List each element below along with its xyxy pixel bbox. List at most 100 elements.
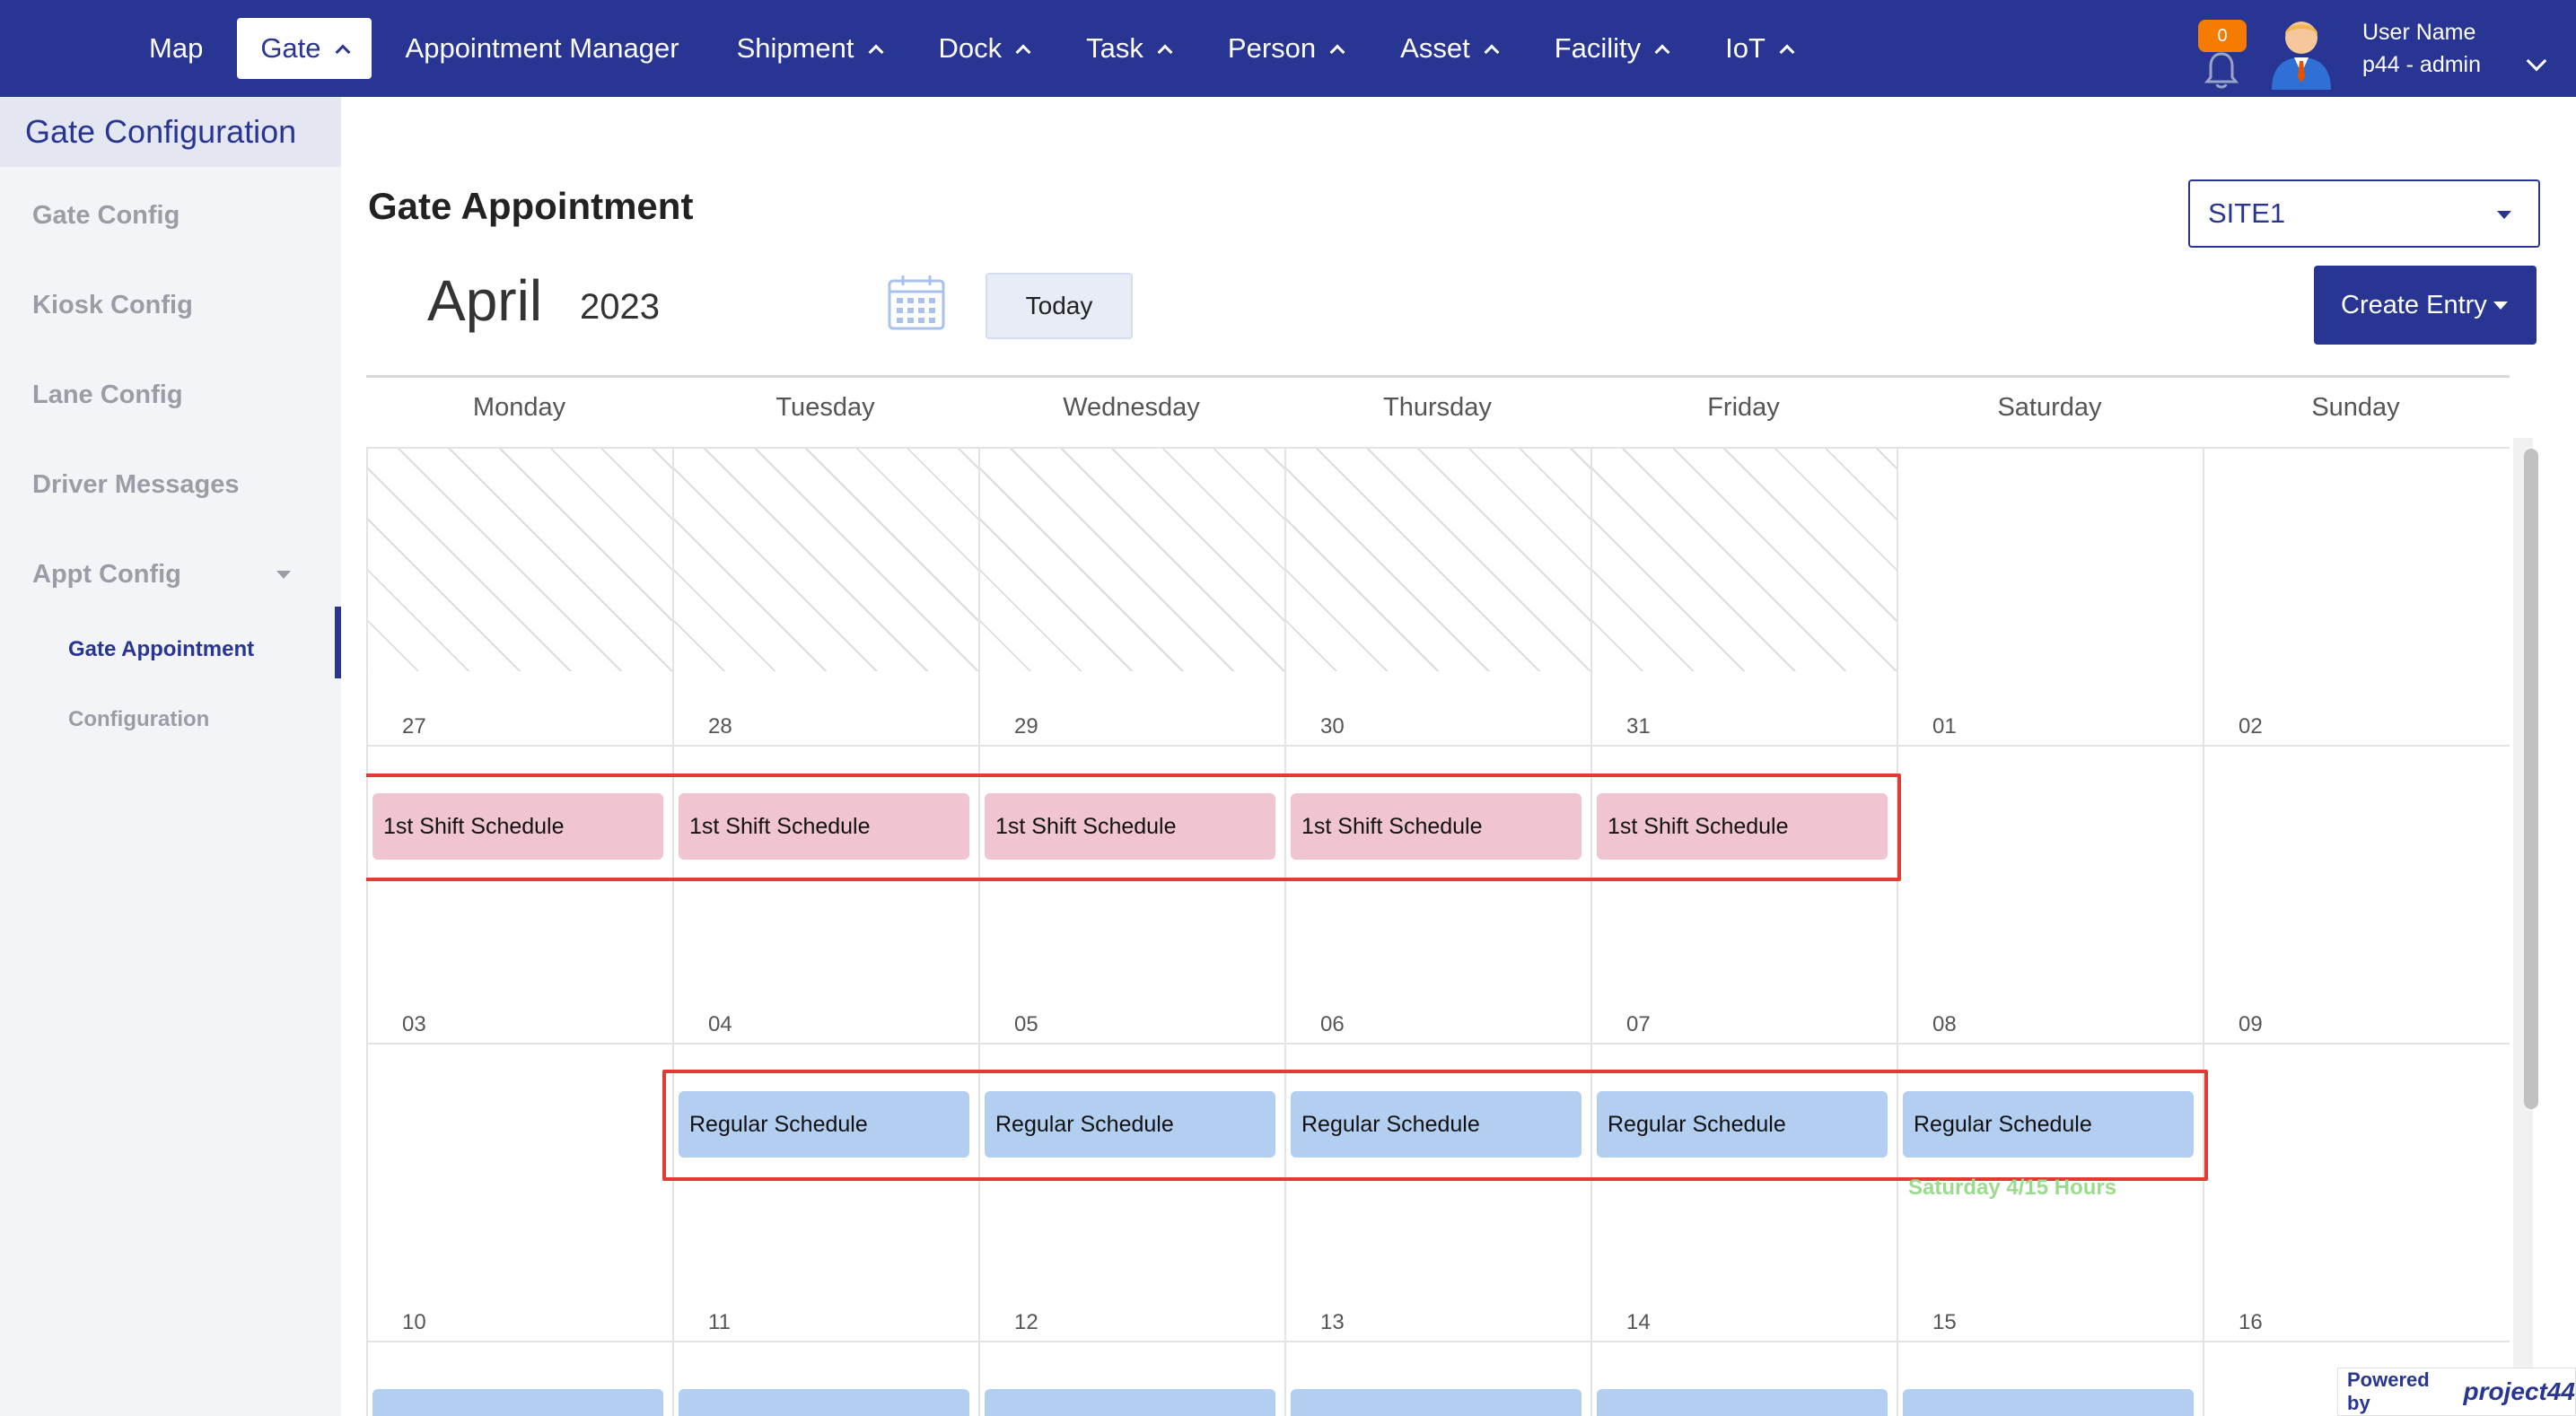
date-number[interactable]: 13 — [1320, 1310, 1345, 1335]
create-entry-button[interactable]: Create Entry — [2314, 266, 2537, 345]
inactive-day-cell — [978, 449, 1284, 671]
column-divider — [366, 447, 368, 1416]
chevron-down-icon[interactable] — [2526, 50, 2547, 72]
main-nav: Map Gate Appointment Manager Shipment Do… — [126, 18, 1827, 79]
nav-label: IoT — [1725, 32, 1766, 64]
column-divider — [1284, 447, 1286, 1416]
project44-logo: project44 — [2463, 1377, 2576, 1405]
week-divider — [366, 1043, 2510, 1045]
calendar-grid: Monday Tuesday Wednesday Thursday Friday… — [366, 375, 2510, 1416]
date-number[interactable]: 28 — [708, 714, 732, 739]
date-number[interactable]: 10 — [402, 1310, 426, 1335]
nav-item-shipment[interactable]: Shipment — [714, 18, 905, 79]
chevron-up-icon — [335, 44, 351, 60]
date-number[interactable]: 07 — [1626, 1012, 1651, 1037]
nav-item-gate[interactable]: Gate — [237, 18, 372, 79]
user-name: User Name — [2362, 20, 2476, 45]
date-number[interactable]: 27 — [402, 714, 426, 739]
date-number[interactable]: 29 — [1014, 714, 1038, 739]
nav-label: Map — [149, 32, 204, 64]
date-number[interactable]: 16 — [2239, 1310, 2263, 1335]
nav-label: Gate — [260, 32, 321, 64]
nav-item-person[interactable]: Person — [1205, 18, 1366, 79]
nav-item-map[interactable]: Map — [126, 18, 226, 79]
nav-label: Shipment — [736, 32, 854, 64]
sidebar-item-appt-config[interactable]: Appt Config — [32, 560, 181, 590]
date-number[interactable]: 31 — [1626, 714, 1651, 739]
column-divider — [672, 447, 674, 1416]
date-number[interactable]: 02 — [2239, 714, 2263, 739]
date-number[interactable]: 30 — [1320, 714, 1345, 739]
date-number[interactable]: 08 — [1932, 1012, 1957, 1037]
date-number[interactable]: 15 — [1932, 1310, 1957, 1335]
chevron-up-icon — [1329, 44, 1345, 60]
date-number[interactable]: 14 — [1626, 1310, 1651, 1335]
sidebar-sub-configuration[interactable]: Configuration — [68, 707, 209, 732]
chevron-up-icon — [1157, 44, 1173, 60]
event-regular-schedule[interactable] — [985, 1389, 1275, 1416]
date-number[interactable]: 12 — [1014, 1310, 1038, 1335]
sidebar-item-kiosk-config[interactable]: Kiosk Config — [32, 291, 193, 320]
powered-by-badge: Powered by project44 — [2337, 1368, 2576, 1416]
saturday-hours-note[interactable]: Saturday 4/15 Hours — [1908, 1176, 2116, 1201]
event-regular-schedule[interactable] — [1903, 1389, 2194, 1416]
notifications-button[interactable]: 0 — [2195, 20, 2248, 92]
highlight-box — [662, 1070, 2208, 1181]
event-regular-schedule[interactable] — [1597, 1389, 1888, 1416]
day-header-monday: Monday — [472, 393, 566, 422]
today-button[interactable]: Today — [986, 273, 1133, 339]
event-regular-schedule[interactable] — [372, 1389, 663, 1416]
week-divider — [366, 447, 2510, 449]
sidebar-item-gate-config[interactable]: Gate Config — [32, 201, 180, 231]
week-divider — [366, 1341, 2510, 1342]
day-header-friday: Friday — [1707, 393, 1780, 422]
create-entry-label: Create Entry — [2341, 290, 2487, 319]
nav-item-iot[interactable]: IoT — [1702, 18, 1816, 79]
calendar-month: April — [427, 268, 543, 333]
site-select[interactable]: SITE1 — [2188, 179, 2540, 248]
nav-label: Facility — [1554, 32, 1642, 64]
column-divider — [978, 447, 980, 1416]
nav-item-task[interactable]: Task — [1063, 18, 1194, 79]
highlight-box — [366, 774, 1901, 881]
nav-item-appointment-manager[interactable]: Appointment Manager — [382, 18, 703, 79]
nav-label: Person — [1227, 32, 1317, 64]
active-indicator — [335, 607, 341, 678]
date-number[interactable]: 03 — [402, 1012, 426, 1037]
nav-item-facility[interactable]: Facility — [1531, 18, 1691, 79]
sidebar-item-lane-config[interactable]: Lane Config — [32, 380, 183, 410]
date-number[interactable]: 11 — [708, 1310, 731, 1335]
top-nav-bar: Map Gate Appointment Manager Shipment Do… — [0, 0, 2576, 97]
column-divider — [1897, 447, 1898, 1416]
day-header-saturday: Saturday — [1997, 393, 2102, 422]
event-regular-schedule[interactable] — [679, 1389, 969, 1416]
inactive-day-cell — [366, 449, 672, 671]
week-divider — [366, 745, 2510, 747]
nav-item-dock[interactable]: Dock — [916, 18, 1053, 79]
date-number[interactable]: 05 — [1014, 1012, 1038, 1037]
chevron-up-icon — [1654, 44, 1670, 60]
chevron-up-icon — [1779, 44, 1795, 60]
column-divider — [1590, 447, 1592, 1416]
date-number[interactable]: 09 — [2239, 1012, 2263, 1037]
calendar-scrollbar-thumb[interactable] — [2524, 449, 2538, 1109]
sidebar-item-driver-messages[interactable]: Driver Messages — [32, 470, 240, 500]
event-regular-schedule[interactable] — [1291, 1389, 1582, 1416]
chevron-up-icon — [1484, 44, 1500, 60]
date-number[interactable]: 04 — [708, 1012, 732, 1037]
nav-label: Appointment Manager — [405, 32, 679, 64]
date-number[interactable]: 06 — [1320, 1012, 1345, 1037]
user-avatar[interactable] — [2266, 14, 2336, 90]
nav-label: Dock — [938, 32, 1003, 64]
date-number[interactable]: 01 — [1932, 714, 1957, 739]
page-title: Gate Appointment — [368, 185, 694, 227]
notification-count-badge: 0 — [2198, 20, 2247, 52]
nav-item-asset[interactable]: Asset — [1377, 18, 1520, 79]
powered-by-label: Powered by — [2347, 1368, 2430, 1414]
column-divider — [2203, 447, 2204, 1416]
sidebar-title: Gate Configuration — [0, 97, 341, 167]
calendar-icon[interactable] — [887, 274, 946, 331]
chevron-up-icon — [1015, 44, 1031, 60]
inactive-day-cell — [1590, 449, 1897, 671]
sidebar-sub-gate-appointment[interactable]: Gate Appointment — [68, 637, 254, 662]
